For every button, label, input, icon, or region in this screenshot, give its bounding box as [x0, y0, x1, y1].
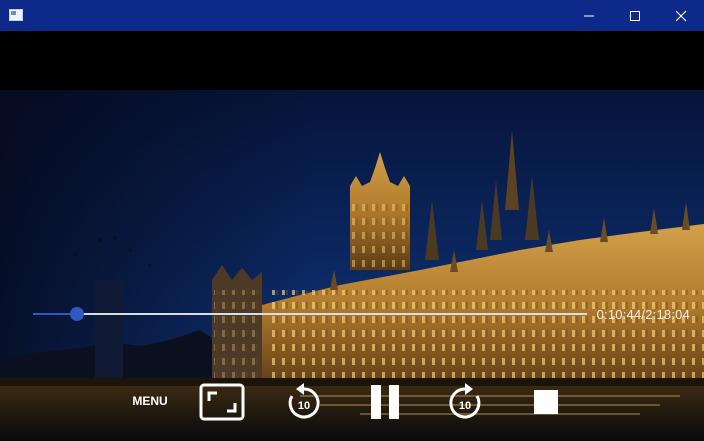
rewind-seconds-label: 10 — [298, 400, 310, 412]
forward-seconds-label: 10 — [459, 400, 471, 412]
seek-thumb[interactable] — [70, 307, 84, 321]
media-player-window: 0:10:44/2:18:04 MENU 10 10 — [0, 0, 704, 441]
maximize-button[interactable] — [612, 0, 658, 31]
seek-bar[interactable] — [33, 307, 587, 321]
forward-10-icon: 10 — [449, 383, 481, 419]
close-button[interactable] — [658, 0, 704, 31]
app-window-icon — [9, 9, 23, 21]
minimize-icon — [584, 15, 594, 16]
pause-button[interactable] — [363, 380, 407, 424]
forward-10-button[interactable]: 10 — [443, 380, 487, 424]
pause-icon — [371, 385, 399, 419]
title-bar[interactable] — [0, 0, 704, 31]
close-icon — [675, 10, 687, 21]
playback-controls: MENU 10 10 — [0, 380, 704, 424]
maximize-icon — [630, 10, 640, 21]
fullscreen-icon — [199, 383, 245, 421]
menu-button[interactable]: MENU — [126, 390, 174, 412]
fullscreen-button[interactable] — [198, 382, 246, 422]
minimize-button[interactable] — [566, 0, 612, 31]
stop-icon — [534, 390, 558, 414]
rewind-10-icon: 10 — [288, 383, 320, 419]
rewind-10-button[interactable]: 10 — [282, 380, 326, 424]
time-readout: 0:10:44/2:18:04 — [596, 307, 690, 322]
stop-button[interactable] — [524, 380, 568, 424]
